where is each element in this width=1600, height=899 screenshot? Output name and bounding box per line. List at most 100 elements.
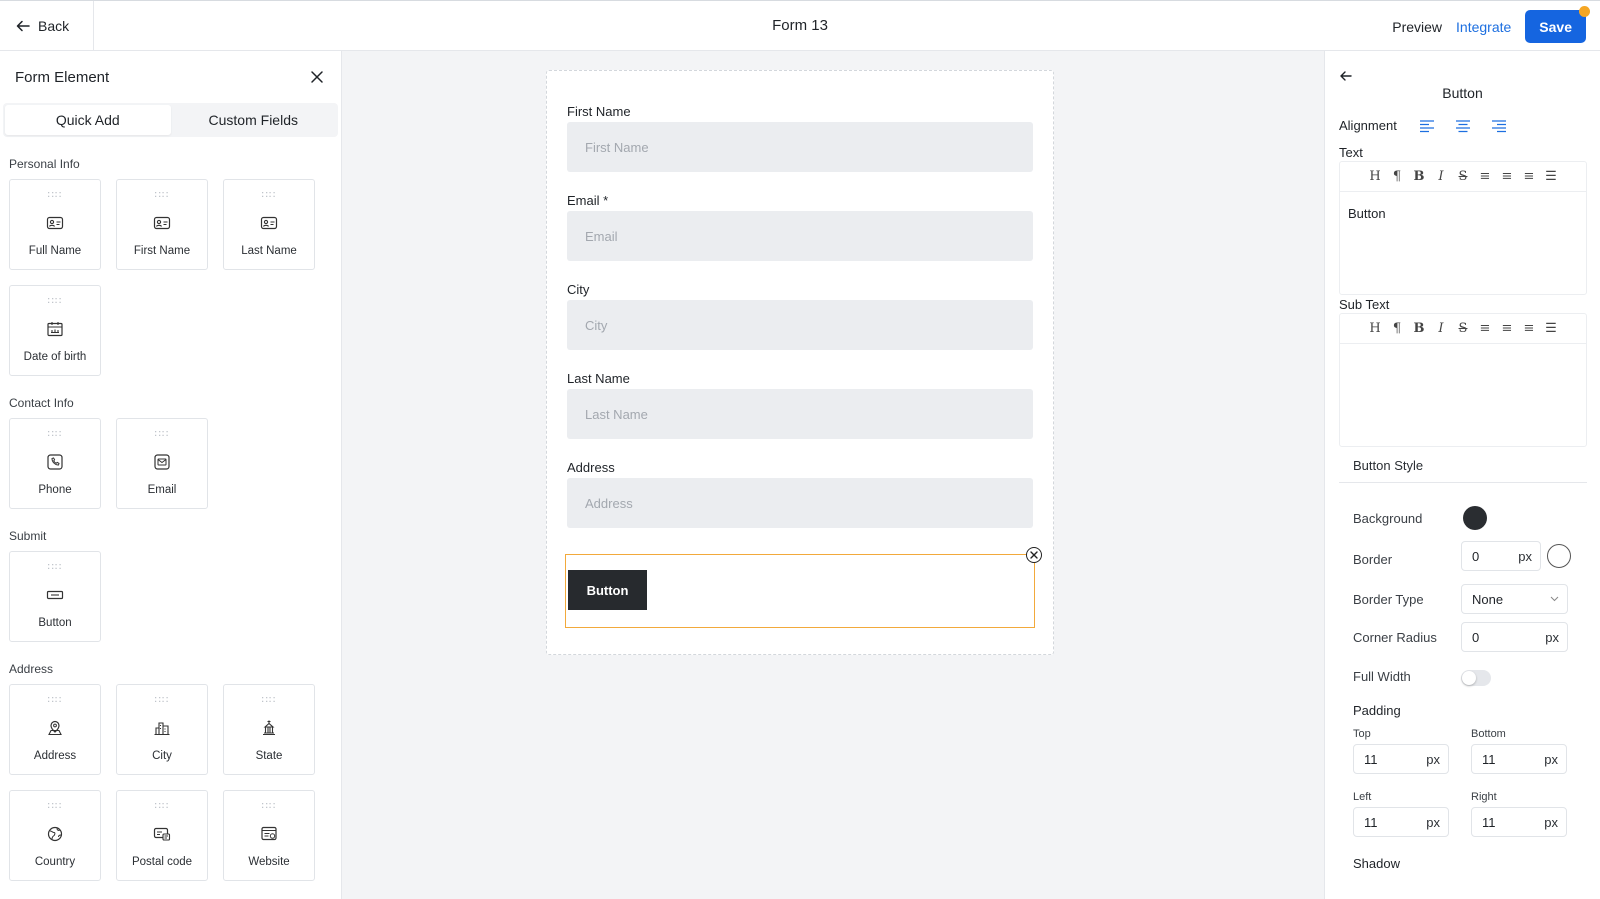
- padding-right-label: Right: [1471, 791, 1497, 803]
- heading-icon[interactable]: H: [1369, 321, 1382, 336]
- element-address[interactable]: ∷∷ Address: [9, 684, 101, 775]
- italic-icon[interactable]: I: [1435, 169, 1448, 184]
- element-city[interactable]: ∷∷ City: [116, 684, 208, 775]
- element-website[interactable]: ∷∷ Website: [223, 790, 315, 881]
- unit-label: px: [1545, 629, 1559, 645]
- tab-quick-add[interactable]: Quick Add: [5, 105, 171, 135]
- border-label: Border: [1353, 552, 1393, 567]
- city-input[interactable]: City: [567, 300, 1033, 350]
- back-label: Back: [38, 18, 70, 34]
- padding-bottom-value: 11: [1482, 751, 1496, 767]
- bold-icon[interactable]: B: [1413, 169, 1426, 184]
- address-input[interactable]: Address: [567, 478, 1033, 528]
- arrow-left-icon: [16, 20, 30, 32]
- padding-bottom-input[interactable]: 11 px: [1471, 744, 1567, 774]
- tab-custom-fields[interactable]: Custom Fields: [171, 105, 337, 135]
- element-date-of-birth[interactable]: ∷∷ Date of birth: [9, 285, 101, 376]
- border-color-swatch[interactable]: [1547, 544, 1571, 568]
- form-submit-button[interactable]: Button: [568, 570, 647, 610]
- bold-icon[interactable]: B: [1413, 321, 1426, 336]
- italic-icon[interactable]: I: [1435, 321, 1448, 336]
- unsaved-indicator-badge: [1579, 6, 1590, 17]
- arrow-left-icon[interactable]: [1339, 69, 1353, 83]
- email-input[interactable]: Email: [567, 211, 1033, 261]
- drag-handle-icon: ∷∷: [47, 695, 63, 706]
- align-center-icon[interactable]: [1455, 119, 1471, 133]
- align-right-icon[interactable]: ≡: [1523, 169, 1536, 184]
- tile-label: State: [255, 750, 283, 762]
- element-full-name[interactable]: ∷∷ Full Name: [9, 179, 101, 270]
- border-width-input[interactable]: 0 px: [1461, 541, 1541, 571]
- background-color-swatch[interactable]: [1463, 506, 1487, 530]
- last-name-input[interactable]: Last Name: [567, 389, 1033, 439]
- text-editor-content[interactable]: Button: [1340, 192, 1586, 235]
- element-country[interactable]: ∷∷ Country: [9, 790, 101, 881]
- tile-label: Email: [147, 484, 177, 496]
- subtext-editor: H ¶ B I S ≡ ≡ ≡ ☰: [1339, 313, 1587, 447]
- border-type-select[interactable]: None: [1461, 584, 1568, 614]
- corner-radius-input[interactable]: 0 px: [1461, 622, 1568, 652]
- paragraph-icon[interactable]: ¶: [1391, 321, 1404, 336]
- text-editor: H ¶ B I S ≡ ≡ ≡ ☰ Button: [1339, 161, 1587, 295]
- first-name-input[interactable]: First Name: [567, 122, 1033, 172]
- padding-left-input[interactable]: 11 px: [1353, 807, 1449, 837]
- full-width-toggle[interactable]: [1461, 670, 1491, 686]
- subtext-editor-content[interactable]: [1340, 344, 1586, 372]
- preview-link[interactable]: Preview: [1392, 19, 1442, 35]
- back-button[interactable]: Back: [0, 1, 94, 51]
- border-type-label: Border Type: [1353, 592, 1424, 607]
- element-first-name[interactable]: ∷∷ First Name: [116, 179, 208, 270]
- save-button[interactable]: Save: [1525, 6, 1590, 43]
- personal-info-grid: ∷∷ Full Name ∷∷ First Name ∷∷ Last Name …: [0, 179, 341, 376]
- element-button[interactable]: ∷∷ Button: [9, 551, 101, 642]
- form-preview: First Name First Name Email * Email City…: [546, 70, 1054, 655]
- save-label: Save: [1539, 18, 1572, 35]
- properties-title: Button: [1442, 85, 1483, 101]
- integrate-link[interactable]: Integrate: [1456, 19, 1511, 35]
- strikethrough-icon[interactable]: S: [1457, 321, 1470, 336]
- alignment-label: Alignment: [1339, 118, 1397, 133]
- align-center-icon[interactable]: ≡: [1501, 321, 1514, 336]
- contact-info-grid: ∷∷ Phone ∷∷ Email: [0, 418, 341, 509]
- strikethrough-icon[interactable]: S: [1457, 169, 1470, 184]
- element-postal-code[interactable]: ∷∷ Postal code: [116, 790, 208, 881]
- unit-label: px: [1426, 814, 1440, 830]
- padding-bottom-label: Bottom: [1471, 728, 1506, 740]
- element-email[interactable]: ∷∷ Email: [116, 418, 208, 509]
- element-last-name[interactable]: ∷∷ Last Name: [223, 179, 315, 270]
- element-tabs: Quick Add Custom Fields: [3, 103, 338, 137]
- element-state[interactable]: ∷∷ State: [223, 684, 315, 775]
- align-justify-icon[interactable]: ☰: [1545, 169, 1558, 184]
- selected-button-block[interactable]: Button: [565, 547, 1042, 628]
- align-right-icon[interactable]: ≡: [1523, 321, 1536, 336]
- border-type-value: None: [1472, 591, 1504, 607]
- padding-right-input[interactable]: 11 px: [1471, 807, 1567, 837]
- alignment-options: [1419, 119, 1507, 133]
- align-left-icon[interactable]: ≡: [1479, 169, 1492, 184]
- address-grid: ∷∷ Address ∷∷ City ∷∷ State ∷∷ Country ∷…: [0, 684, 341, 881]
- field-label-city: City: [567, 282, 590, 297]
- heading-icon[interactable]: H: [1369, 169, 1382, 184]
- landmark-icon: [260, 719, 278, 737]
- align-center-icon[interactable]: ≡: [1501, 169, 1514, 184]
- element-phone[interactable]: ∷∷ Phone: [9, 418, 101, 509]
- section-address: Address: [9, 662, 54, 676]
- button-style-header[interactable]: Button Style: [1339, 449, 1587, 483]
- city-icon: [153, 719, 171, 737]
- align-justify-icon[interactable]: ☰: [1545, 321, 1558, 336]
- align-left-icon[interactable]: [1419, 119, 1435, 133]
- align-left-icon[interactable]: ≡: [1479, 321, 1492, 336]
- close-icon: [1030, 551, 1038, 559]
- id-card-icon: [260, 214, 278, 232]
- padding-top-label: Top: [1353, 728, 1371, 740]
- tile-label: Full Name: [28, 245, 82, 257]
- form-canvas: First Name First Name Email * Email City…: [343, 51, 1323, 899]
- close-icon[interactable]: [309, 69, 325, 85]
- paragraph-icon[interactable]: ¶: [1391, 169, 1404, 184]
- align-right-icon[interactable]: [1491, 119, 1507, 133]
- full-width-label: Full Width: [1353, 669, 1411, 684]
- page-title: Form 13: [772, 17, 828, 34]
- remove-element-button[interactable]: [1026, 547, 1042, 563]
- padding-top-input[interactable]: 11 px: [1353, 744, 1449, 774]
- globe-icon: [46, 825, 64, 843]
